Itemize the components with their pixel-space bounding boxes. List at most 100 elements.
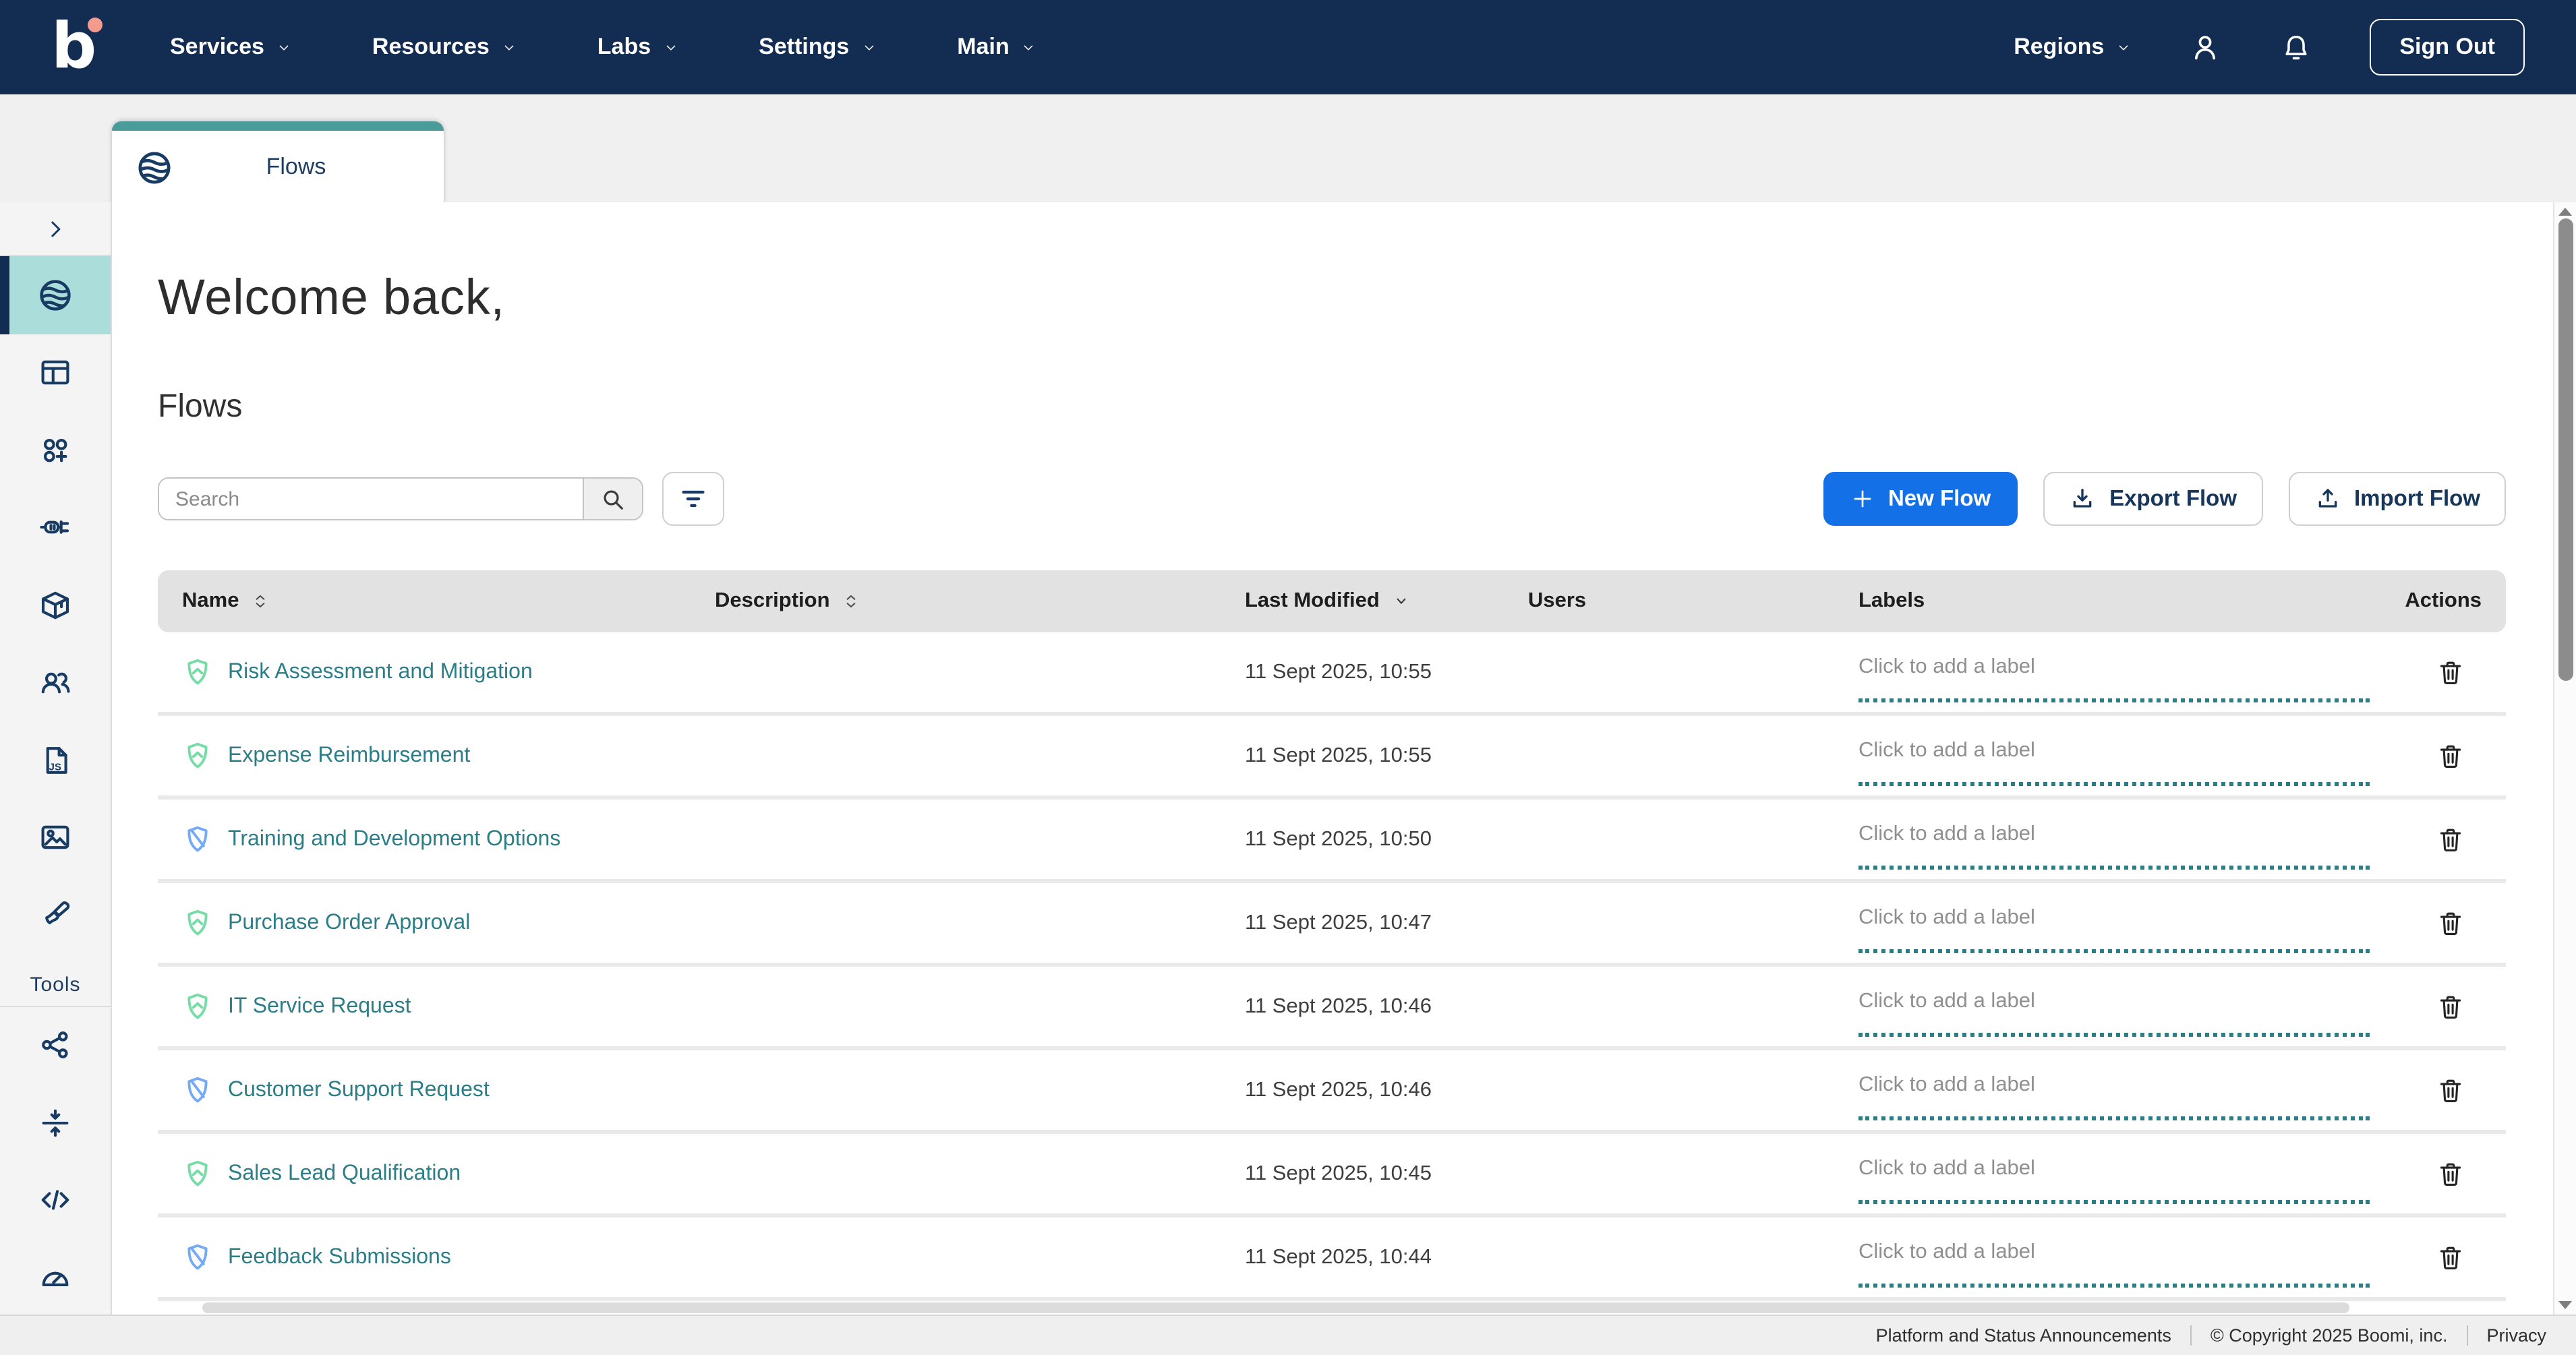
label-dotted-underline — [1858, 1200, 2370, 1204]
column-header-description[interactable]: Description — [691, 589, 1221, 613]
nav-menu-labs[interactable]: Labs — [597, 34, 678, 61]
flow-name-cell: Customer Support Request — [158, 1075, 691, 1106]
boomi-logo[interactable]: b — [51, 8, 111, 86]
sidebar-item-code[interactable] — [0, 1162, 111, 1239]
add-label-placeholder: Click to add a label — [1858, 1240, 2035, 1264]
add-label-field[interactable]: Click to add a label — [1834, 800, 2374, 879]
flow-name-link[interactable]: Risk Assessment and Mitigation — [228, 660, 533, 684]
chevron-down-icon — [861, 40, 876, 55]
shield-published-icon — [182, 907, 213, 938]
shield-published-icon — [182, 657, 213, 688]
import-flow-button[interactable]: Import Flow — [2288, 472, 2506, 526]
nav-menu-settings[interactable]: Settings — [759, 34, 876, 61]
shield-unpublished-icon — [182, 824, 213, 855]
add-label-field[interactable]: Click to add a label — [1834, 967, 2374, 1046]
chevron-down-icon — [502, 40, 517, 55]
delete-flow-button[interactable] — [2433, 1156, 2468, 1191]
add-label-field[interactable]: Click to add a label — [1834, 1134, 2374, 1213]
sign-out-button[interactable]: Sign Out — [2370, 19, 2525, 76]
sidebar-item-share[interactable] — [0, 1006, 111, 1084]
brush-icon — [38, 898, 73, 933]
sidebar-item-merge[interactable] — [0, 1084, 111, 1162]
js-file-icon: JS — [38, 743, 73, 778]
share-icon — [38, 1028, 73, 1063]
sidebar-item-gauge[interactable] — [0, 1239, 111, 1317]
sidebar-item-js-file[interactable]: JS — [0, 721, 111, 799]
upload-icon — [2314, 485, 2341, 512]
code-icon — [38, 1183, 73, 1218]
sidebar-item-people[interactable] — [0, 644, 111, 721]
table-row: Expense Reimbursement 11 Sept 2025, 10:5… — [158, 716, 2506, 800]
add-label-field[interactable]: Click to add a label — [1834, 1217, 2374, 1297]
scroll-up-arrow[interactable] — [2558, 208, 2572, 216]
regions-menu[interactable]: Regions — [2014, 34, 2131, 61]
add-label-placeholder: Click to add a label — [1858, 738, 2035, 762]
delete-flow-button[interactable] — [2433, 989, 2468, 1024]
delete-flow-button[interactable] — [2433, 738, 2468, 773]
filter-button[interactable] — [662, 472, 724, 526]
user-account-button[interactable] — [2188, 30, 2223, 65]
add-label-field[interactable]: Click to add a label — [1834, 1050, 2374, 1130]
sidebar-item-brush[interactable] — [0, 876, 111, 954]
add-label-field[interactable]: Click to add a label — [1834, 632, 2374, 712]
delete-flow-button[interactable] — [2433, 655, 2468, 690]
nav-menu-main[interactable]: Main — [957, 34, 1036, 61]
flow-name-link[interactable]: IT Service Request — [228, 994, 411, 1019]
horizontal-scrollbar-thumb[interactable] — [202, 1302, 2349, 1313]
tab-flows[interactable]: Flows — [111, 120, 445, 204]
sidebar-item-package[interactable] — [0, 566, 111, 644]
trash-icon — [2436, 1242, 2465, 1272]
flow-name-link[interactable]: Customer Support Request — [228, 1078, 490, 1102]
tab-active-indicator — [112, 121, 444, 131]
new-flow-button[interactable]: New Flow — [1823, 472, 2018, 526]
flow-name-link[interactable]: Expense Reimbursement — [228, 744, 470, 768]
column-header-last-modified[interactable]: Last Modified — [1221, 589, 1504, 613]
flow-last-modified: 11 Sept 2025, 10:55 — [1221, 744, 1504, 768]
sidebar-expand-button[interactable] — [0, 202, 111, 256]
sidebar-item-flow[interactable] — [0, 256, 111, 334]
search-input[interactable] — [159, 479, 583, 519]
flow-name-link[interactable]: Feedback Submissions — [228, 1245, 451, 1269]
search-button[interactable] — [583, 479, 642, 519]
export-flow-button[interactable]: Export Flow — [2043, 472, 2262, 526]
scroll-down-arrow[interactable] — [2558, 1301, 2572, 1309]
delete-flow-button[interactable] — [2433, 1240, 2468, 1275]
sidebar-tools-label: Tools — [0, 965, 111, 1005]
column-label: Name — [182, 589, 239, 613]
add-label-placeholder: Click to add a label — [1858, 1073, 2035, 1097]
footer-link[interactable]: Platform and Status Announcements — [1857, 1325, 2190, 1346]
flow-name-cell: Training and Development Options — [158, 824, 691, 855]
content-area: JS Tools Welcome back, Flows — [0, 202, 2576, 1315]
flow-name-link[interactable]: Sales Lead Qualification — [228, 1162, 461, 1186]
person-icon — [2188, 30, 2223, 65]
nav-menu-services[interactable]: Services — [170, 34, 291, 61]
flow-name-link[interactable]: Purchase Order Approval — [228, 911, 470, 935]
image-icon — [38, 820, 73, 855]
sidebar-item-components[interactable] — [0, 411, 111, 489]
sidebar-item-image[interactable] — [0, 799, 111, 876]
column-header-name[interactable]: Name — [158, 589, 691, 613]
vertical-scrollbar-thumb[interactable] — [2558, 218, 2573, 681]
nav-menu-resources[interactable]: Resources — [372, 34, 517, 61]
label-dotted-underline — [1858, 1284, 2370, 1288]
table-row: Customer Support Request 11 Sept 2025, 1… — [158, 1050, 2506, 1134]
label-dotted-underline — [1858, 782, 2370, 786]
top-navbar: b Services Resources Labs Settings Main … — [0, 0, 2576, 94]
table-row: Sales Lead Qualification 11 Sept 2025, 1… — [158, 1134, 2506, 1217]
sidebar-item-plug[interactable] — [0, 489, 111, 566]
flow-actions-cell — [2374, 738, 2506, 773]
chevron-right-icon — [42, 215, 69, 242]
sidebar-item-layout[interactable] — [0, 334, 111, 411]
add-label-field[interactable]: Click to add a label — [1834, 716, 2374, 795]
delete-flow-button[interactable] — [2433, 1073, 2468, 1108]
table-row: Purchase Order Approval 11 Sept 2025, 10… — [158, 883, 2506, 967]
flow-last-modified: 11 Sept 2025, 10:44 — [1221, 1245, 1504, 1269]
delete-flow-button[interactable] — [2433, 822, 2468, 857]
footer-link[interactable]: Privacy — [2466, 1325, 2565, 1346]
app-root: b Services Resources Labs Settings Main … — [0, 0, 2576, 1355]
add-label-field[interactable]: Click to add a label — [1834, 883, 2374, 963]
notifications-button[interactable] — [2279, 30, 2313, 64]
trash-icon — [2436, 657, 2465, 687]
flow-name-link[interactable]: Training and Development Options — [228, 827, 560, 851]
delete-flow-button[interactable] — [2433, 905, 2468, 940]
